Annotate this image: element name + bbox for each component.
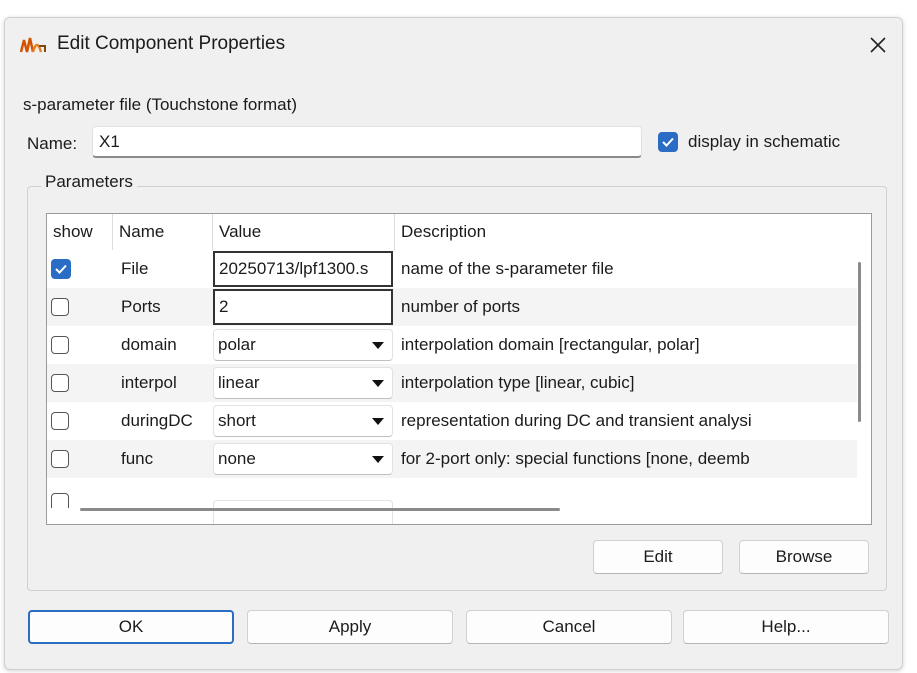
parameters-group-label: Parameters [41,172,137,192]
param-description: interpolation domain [rectangular, polar… [401,335,700,354]
param-description: interpolation type [linear, cubic] [401,373,635,392]
param-description: for 2-port only: special functions [none… [401,449,750,468]
dropdown-value: polar [218,335,256,354]
param-description: number of ports [401,297,521,316]
checkbox-empty-icon[interactable] [51,298,69,316]
window-title: Edit Component Properties [57,33,286,54]
title-bar: Edit Component Properties [5,18,902,72]
show-checkbox[interactable] [47,250,111,288]
display-in-schematic-label: display in schematic [688,132,841,151]
param-value-input[interactable]: 20250713/lpf1300.s [213,251,393,287]
table-row[interactable]: Ports 2 number of ports [47,288,857,326]
param-name: domain [121,335,177,354]
dropdown-value: linear [218,373,260,392]
show-checkbox[interactable] [47,402,111,440]
name-input[interactable]: X1 [92,126,642,158]
param-name: duringDC [121,411,193,430]
vertical-scrollbar[interactable] [858,262,861,422]
param-name: Ports [121,297,161,316]
ok-button[interactable]: OK [28,610,234,644]
dropdown-value: none [218,449,256,468]
chevron-down-icon[interactable] [372,380,384,387]
browse-button[interactable]: Browse [739,540,869,574]
table-row[interactable]: domain polar interpolation domain [recta… [47,326,857,364]
param-name: func [121,449,154,468]
table-row[interactable]: File 20250713/lpf1300.s name of the s-pa… [47,250,857,288]
apply-button[interactable]: Apply [247,610,453,644]
app-icon [19,32,47,56]
checkbox-empty-icon[interactable] [51,493,69,508]
checkbox-empty-icon[interactable] [51,412,69,430]
table-row[interactable]: func none for 2-port only: special funct… [47,440,857,478]
show-checkbox[interactable] [47,364,111,402]
display-in-schematic-checkbox[interactable]: display in schematic [658,132,840,152]
cancel-button[interactable]: Cancel [466,610,672,644]
name-label: Name: [27,134,78,153]
header-value[interactable]: Value [213,214,395,250]
chevron-down-icon[interactable] [372,456,384,463]
edit-button[interactable]: Edit [593,540,723,574]
checkbox-empty-icon[interactable] [51,336,69,354]
checkbox-empty-icon[interactable] [51,374,69,392]
close-icon [870,37,886,53]
param-value-dropdown[interactable]: polar [213,329,393,361]
param-description: name of the s-parameter file [401,259,614,278]
checkbox-checked-icon[interactable] [51,259,71,279]
close-button[interactable] [854,18,902,72]
param-value-dropdown[interactable]: none [213,443,393,475]
checkbox-empty-icon[interactable] [51,450,69,468]
show-checkbox[interactable] [47,478,111,508]
component-description: s-parameter file (Touchstone format) [23,95,297,114]
table-row[interactable]: duringDC short representation during DC … [47,402,857,440]
header-name[interactable]: Name [113,214,213,250]
table-header: show Name Value Description [47,214,857,250]
table-row-partial[interactable] [47,478,857,524]
param-value-dropdown[interactable] [213,500,393,524]
param-description: representation during DC and transient a… [401,411,752,430]
dropdown-value: short [218,411,256,430]
header-show[interactable]: show [47,214,113,250]
param-name: File [121,259,149,278]
checkbox-checked-icon[interactable] [658,132,678,152]
help-button[interactable]: Help... [683,610,889,644]
show-checkbox[interactable] [47,288,111,326]
horizontal-scrollbar[interactable] [80,508,560,511]
param-value-dropdown[interactable]: short [213,405,393,437]
chevron-down-icon[interactable] [372,342,384,349]
param-value-dropdown[interactable]: linear [213,367,393,399]
show-checkbox[interactable] [47,326,111,364]
param-name: interpol [121,373,177,392]
parameters-table: show Name Value Description File 2025071… [46,213,872,525]
header-description[interactable]: Description [395,214,857,250]
param-value-input[interactable]: 2 [213,289,393,325]
show-checkbox[interactable] [47,440,111,478]
chevron-down-icon[interactable] [372,418,384,425]
table-row[interactable]: interpol linear interpolation type [line… [47,364,857,402]
edit-component-dialog: Edit Component Properties s-parameter fi… [4,17,903,670]
